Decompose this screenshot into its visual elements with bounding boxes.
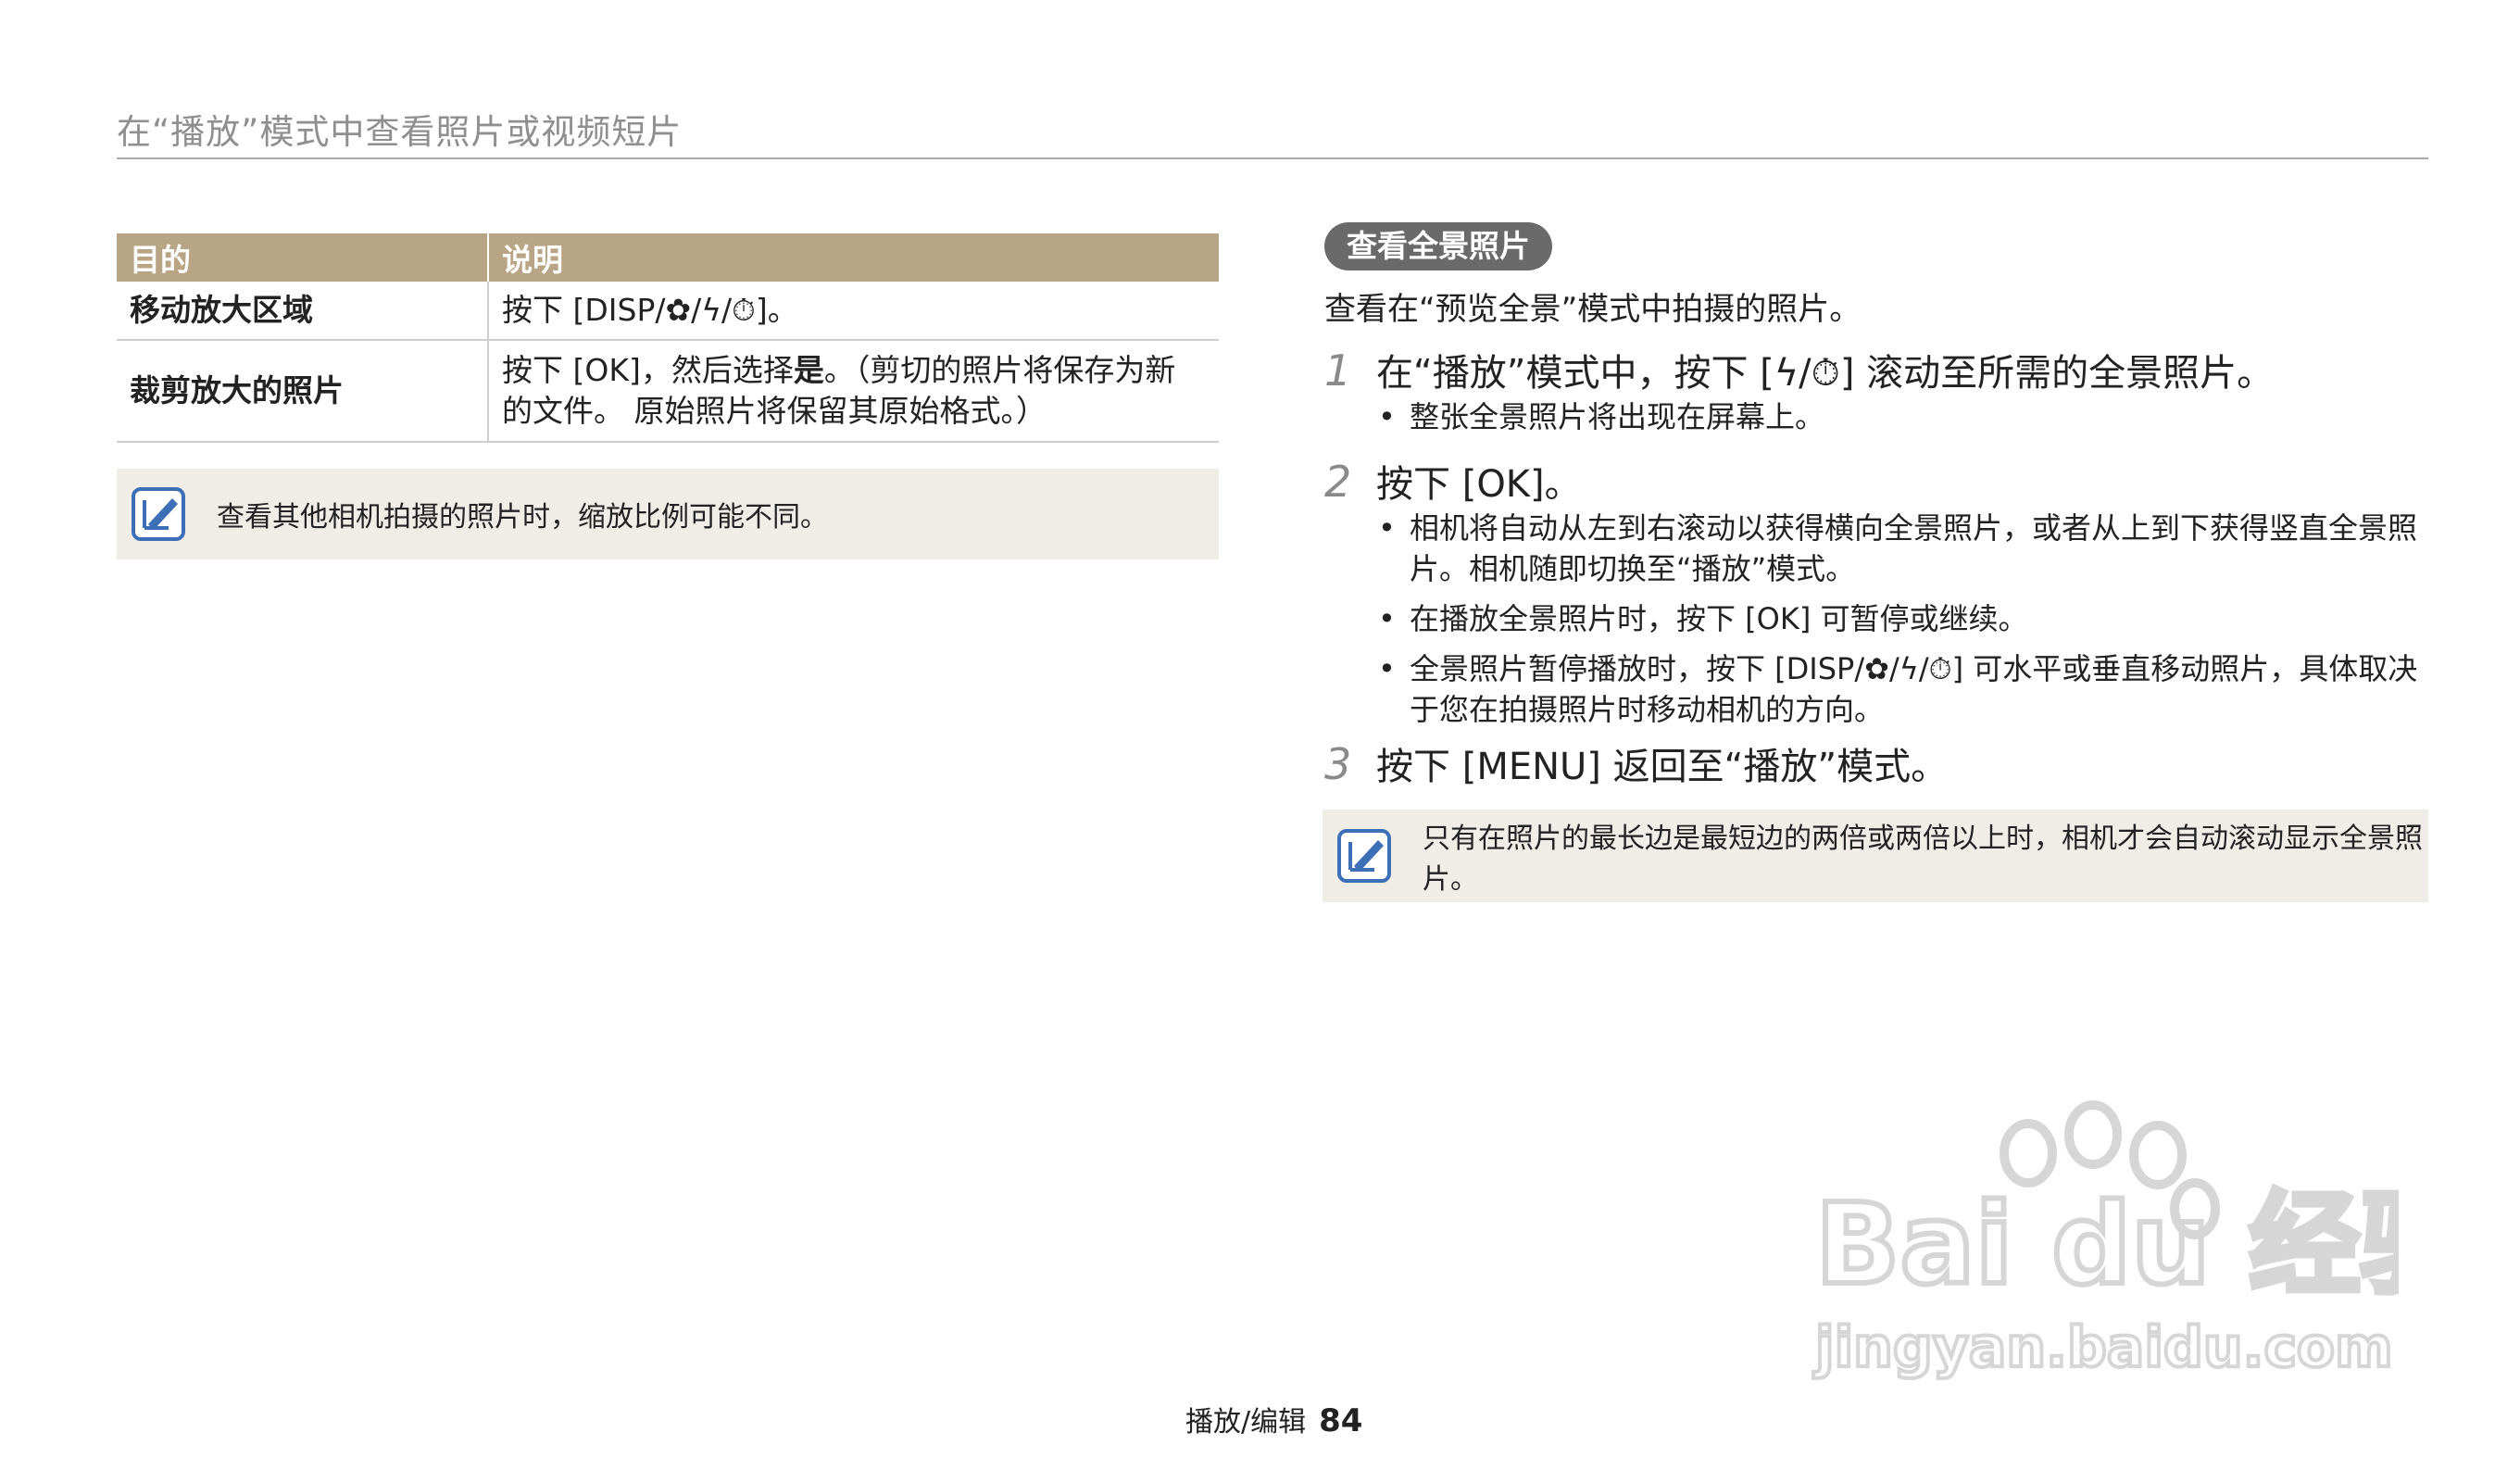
section-badge: 查看全景照片 bbox=[1324, 222, 1552, 270]
note-right-text: 只有在照片的最长边是最短边的两倍或两倍以上时，相机才会自动滚动显示全景照片。 bbox=[1423, 823, 2423, 896]
table-header-row: 目的 说明 bbox=[117, 233, 1219, 282]
watermark-url-text: jingyan.baidu.com bbox=[1813, 1315, 2393, 1380]
page-number: 84 bbox=[1319, 1402, 1363, 1439]
step-1-bullets: 整张全景照片将出现在屏幕上。 bbox=[1378, 396, 2425, 446]
footer-section: 播放/编辑 bbox=[1185, 1406, 1307, 1439]
bullet-item: 全景照片暂停播放时，按下 [DISP/✿/ϟ/⏱] 可水平或垂直移动照片，具体取… bbox=[1378, 648, 2425, 730]
bullet-item: 相机将自动从左到右滚动以获得横向全景照片，或者从上到下获得竖直全景照片。相机随即… bbox=[1378, 508, 2425, 589]
step-text: 按下 [MENU] 返回至“播放”模式。 bbox=[1376, 746, 1949, 788]
step-2: 2 按下 [OK]。 bbox=[1324, 454, 1582, 508]
note-box-left: 查看其他相机拍摄的照片时，缩放比例可能不同。 bbox=[117, 469, 1219, 559]
table-cell-purpose: 移动放大区域 bbox=[117, 282, 489, 341]
desc-bold-option: 是 bbox=[793, 352, 824, 388]
table-row: 移动放大区域 按下 [DISP/✿/ϟ/⏱]。 bbox=[117, 282, 1219, 341]
table-row: 裁剪放大的照片 按下 [OK]，然后选择是。（剪切的照片将保存为新的文件。 原始… bbox=[117, 340, 1219, 443]
page-footer: 播放/编辑 84 bbox=[1185, 1399, 1362, 1439]
note-pencil-icon bbox=[132, 487, 185, 541]
note-pencil-icon bbox=[1337, 829, 1391, 883]
baidu-watermark-logo: Bai du 经验 jingyan.baidu.com bbox=[1812, 1100, 2399, 1382]
note-left-text: 查看其他相机拍摄的照片时，缩放比例可能不同。 bbox=[217, 501, 828, 534]
table-cell-description: 按下 [OK]，然后选择是。（剪切的照片将保存为新的文件。 原始照片将保留其原始… bbox=[488, 340, 1219, 443]
function-table: 目的 说明 移动放大区域 按下 [DISP/✿/ϟ/⏱]。 裁剪放大的照片 按下… bbox=[117, 233, 1219, 443]
step-1: 1 在“播放”模式中，按下 [ϟ/⏱] 滚动至所需的全景照片。 bbox=[1324, 343, 2274, 396]
step-text: 在“播放”模式中，按下 [ϟ/⏱] 滚动至所需的全景照片。 bbox=[1376, 352, 2275, 395]
table-cell-description: 按下 [DISP/✿/ϟ/⏱]。 bbox=[488, 282, 1219, 341]
note-box-right: 只有在照片的最长边是最短边的两倍或两倍以上时，相机才会自动滚动显示全景照片。 bbox=[1323, 810, 2428, 902]
table-cell-purpose: 裁剪放大的照片 bbox=[117, 340, 489, 443]
step-2-bullets: 相机将自动从左到右滚动以获得横向全景照片，或者从上到下获得竖直全景照片。相机随即… bbox=[1378, 508, 2425, 739]
step-number: 3 bbox=[1324, 739, 1352, 789]
step-number: 2 bbox=[1324, 457, 1352, 507]
step-number: 1 bbox=[1324, 346, 1352, 396]
page-header: 在“播放”模式中查看照片或视频短片 bbox=[117, 104, 2428, 159]
step-3: 3 按下 [MENU] 返回至“播放”模式。 bbox=[1324, 736, 1948, 790]
bullet-item: 整张全景照片将出现在屏幕上。 bbox=[1378, 396, 2425, 437]
bullet-item: 在播放全景照片时，按下 [OK] 可暂停或继续。 bbox=[1378, 598, 2425, 639]
page-header-title: 在“播放”模式中查看照片或视频短片 bbox=[117, 112, 683, 152]
desc-part-a: 按下 [OK]，然后选择 bbox=[502, 352, 794, 388]
table-header-purpose: 目的 bbox=[117, 233, 489, 282]
step-text: 按下 [OK]。 bbox=[1376, 463, 1582, 506]
watermark-logo-text: Bai du 经验 bbox=[1815, 1181, 2399, 1310]
section-intro: 查看在“预览全景”模式中拍摄的照片。 bbox=[1324, 291, 1862, 328]
table-header-description: 说明 bbox=[488, 233, 1219, 282]
